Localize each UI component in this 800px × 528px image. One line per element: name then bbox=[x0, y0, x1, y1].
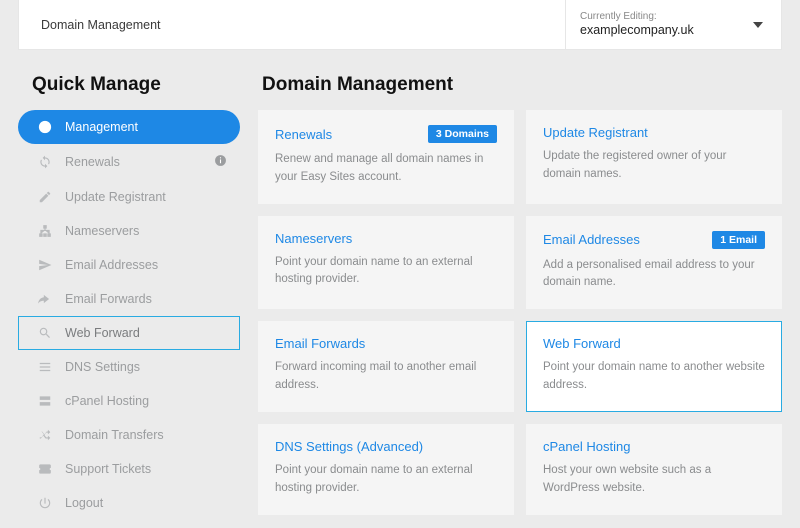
card-email-forwards[interactable]: Email Forwards Forward incoming mail to a… bbox=[258, 321, 514, 412]
server-icon bbox=[35, 394, 55, 408]
sitemap-icon bbox=[35, 224, 55, 238]
card-header: Renewals 3 Domains bbox=[275, 125, 497, 143]
share-icon bbox=[35, 292, 55, 306]
card-title[interactable]: Nameservers bbox=[275, 231, 352, 246]
content: Quick Manage Management Renewals Update Re… bbox=[18, 68, 782, 528]
card-badge: 1 Email bbox=[712, 231, 765, 249]
sidebar-item-renewals[interactable]: Renewals bbox=[18, 144, 240, 180]
card-renewals[interactable]: Renewals 3 Domains Renew and manage all do… bbox=[258, 110, 514, 204]
sidebar-item-email-forwards[interactable]: Email Forwards bbox=[18, 282, 240, 316]
sidebar-item-update-registrant[interactable]: Update Registrant bbox=[18, 180, 240, 214]
editing-value: examplecompany.uk bbox=[580, 23, 694, 38]
sidebar-item-label: Management bbox=[65, 120, 227, 134]
sidebar-item-label: Email Forwards bbox=[65, 292, 227, 306]
sidebar-title: Quick Manage bbox=[18, 68, 240, 110]
search-icon bbox=[35, 326, 55, 340]
sidebar-item-cpanel-hosting[interactable]: cPanel Hosting bbox=[18, 384, 240, 418]
edit-icon bbox=[35, 190, 55, 204]
editing-label: Currently Editing: bbox=[580, 11, 694, 23]
page-title-text: Domain Management bbox=[41, 18, 161, 32]
sidebar-item-label: Domain Transfers bbox=[65, 428, 227, 442]
page-title: Domain Management bbox=[19, 0, 565, 49]
card-web-forward[interactable]: Web Forward Point your domain name to ano… bbox=[526, 321, 782, 412]
sidebar-item-label: Renewals bbox=[65, 155, 214, 169]
sidebar: Quick Manage Management Renewals Update Re… bbox=[18, 68, 240, 528]
sidebar-item-label: DNS Settings bbox=[65, 360, 227, 374]
sidebar-item-label: cPanel Hosting bbox=[65, 394, 227, 408]
card-cpanel-hosting[interactable]: cPanel Hosting Host your own website such… bbox=[526, 424, 782, 515]
domain-switcher[interactable]: Currently Editing: examplecompany.uk bbox=[565, 0, 781, 49]
shuffle-icon bbox=[35, 428, 55, 442]
sidebar-item-label: Logout bbox=[65, 496, 227, 510]
card-title[interactable]: Email Addresses bbox=[543, 232, 640, 247]
card-title[interactable]: Web Forward bbox=[543, 336, 621, 351]
card-title[interactable]: Renewals bbox=[275, 127, 332, 142]
sidebar-item-dns-settings[interactable]: DNS Settings bbox=[18, 350, 240, 384]
sidebar-item-web-forward[interactable]: Web Forward bbox=[18, 316, 240, 350]
card-header: Email Addresses 1 Email bbox=[543, 231, 765, 249]
card-header: Email Forwards bbox=[275, 336, 497, 351]
sidebar-item-label: Nameservers bbox=[65, 224, 227, 238]
card-description: Forward incoming mail to another email a… bbox=[275, 359, 497, 395]
sidebar-item-label: Email Addresses bbox=[65, 258, 227, 272]
sidebar-item-management[interactable]: Management bbox=[18, 110, 240, 144]
card-dns-settings-advanced[interactable]: DNS Settings (Advanced) Point your domain… bbox=[258, 424, 514, 515]
card-header: Update Registrant bbox=[543, 125, 765, 140]
card-nameservers[interactable]: Nameservers Point your domain name to an … bbox=[258, 216, 514, 310]
sidebar-item-support-tickets[interactable]: Support Tickets bbox=[18, 452, 240, 486]
card-description: Point your domain name to another websit… bbox=[543, 359, 765, 395]
card-header: DNS Settings (Advanced) bbox=[275, 439, 497, 454]
sidebar-item-email-addresses[interactable]: Email Addresses bbox=[18, 248, 240, 282]
main-title: Domain Management bbox=[258, 68, 782, 110]
card-title[interactable]: cPanel Hosting bbox=[543, 439, 630, 454]
card-update-registrant[interactable]: Update Registrant Update the registered o… bbox=[526, 110, 782, 204]
card-description: Update the registered owner of your doma… bbox=[543, 148, 765, 184]
card-title[interactable]: Update Registrant bbox=[543, 125, 648, 140]
card-description: Point your domain name to an external ho… bbox=[275, 254, 497, 290]
card-header: Nameservers bbox=[275, 231, 497, 246]
refresh-icon bbox=[35, 155, 55, 169]
card-email-addresses[interactable]: Email Addresses 1 Email Add a personalised… bbox=[526, 216, 782, 310]
list-icon bbox=[35, 360, 55, 374]
card-header: cPanel Hosting bbox=[543, 439, 765, 454]
sidebar-item-domain-transfers[interactable]: Domain Transfers bbox=[18, 418, 240, 452]
chevron-down-icon bbox=[753, 22, 763, 28]
card-title[interactable]: DNS Settings (Advanced) bbox=[275, 439, 423, 454]
sidebar-item-label: Update Registrant bbox=[65, 190, 227, 204]
card-title[interactable]: Email Forwards bbox=[275, 336, 365, 351]
sidebar-item-logout[interactable]: Logout bbox=[18, 486, 240, 520]
main: Domain Management Renewals3 DomainsRenew… bbox=[258, 68, 782, 515]
top-bar: Domain Management Currently Editing: exa… bbox=[18, 0, 782, 50]
card-description: Add a personalised email address to your… bbox=[543, 257, 765, 293]
ticket-icon bbox=[35, 462, 55, 476]
power-icon bbox=[35, 496, 55, 510]
card-description: Renew and manage all domain names in you… bbox=[275, 151, 497, 187]
card-badge: 3 Domains bbox=[428, 125, 497, 143]
card-header: Web Forward bbox=[543, 336, 765, 351]
send-icon bbox=[35, 258, 55, 272]
globe-icon bbox=[35, 120, 55, 134]
domain-switcher-text: Currently Editing: examplecompany.uk bbox=[580, 11, 694, 38]
card-grid: Renewals 3 Domains Renew and manage all do… bbox=[258, 110, 782, 515]
card-description: Point your domain name to an external ho… bbox=[275, 462, 497, 498]
sidebar-list: Management Renewals Update Registrant Names… bbox=[18, 110, 240, 520]
info-icon bbox=[214, 154, 227, 170]
sidebar-item-label: Support Tickets bbox=[65, 462, 227, 476]
sidebar-item-label: Web Forward bbox=[65, 326, 227, 340]
sidebar-item-nameservers[interactable]: Nameservers bbox=[18, 214, 240, 248]
card-description: Host your own website such as a WordPres… bbox=[543, 462, 765, 498]
